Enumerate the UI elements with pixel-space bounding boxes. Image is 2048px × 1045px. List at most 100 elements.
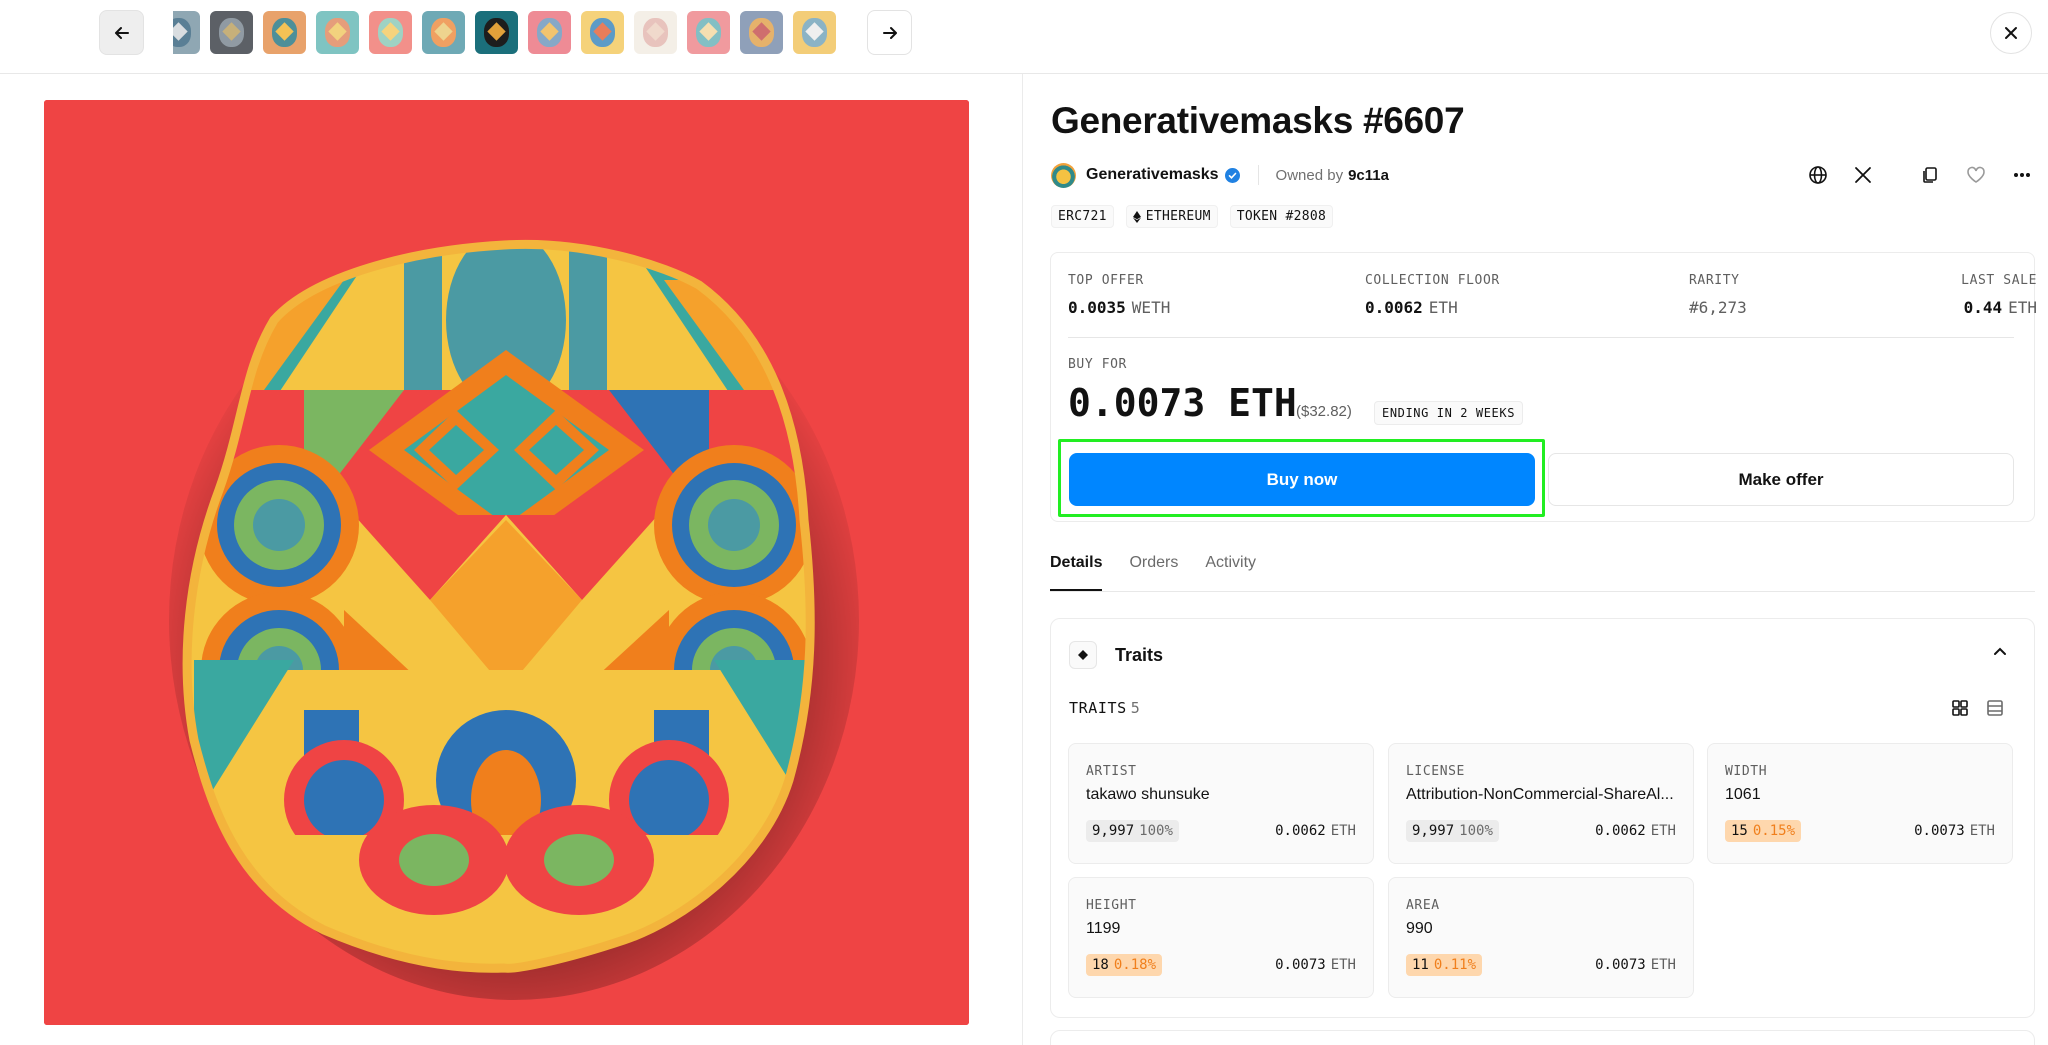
trait-floor-value: 0.0073 — [1595, 957, 1646, 973]
top-offer-label: TOP OFFER — [1068, 273, 1144, 288]
trait-count: 9,997 — [1092, 823, 1135, 839]
favorite-button[interactable] — [1962, 161, 1990, 189]
trait-count: 11 — [1412, 957, 1429, 973]
thumbnail-strip — [173, 11, 837, 55]
trait-count: 18 — [1092, 957, 1109, 973]
trait-percent: 0.15% — [1752, 823, 1796, 839]
floor-value: 0.0062 — [1365, 298, 1423, 317]
trait-value: 1199 — [1086, 920, 1121, 937]
generative-mask-illustration — [44, 100, 969, 1025]
trait-value: Attribution-NonCommercial-ShareAl... — [1406, 786, 1674, 803]
trait-count-badge: 9,997 100% — [1406, 820, 1499, 842]
more-options-button[interactable] — [2008, 161, 2036, 189]
thumbnail-item[interactable] — [740, 11, 783, 54]
trait-floor-unit: ETH — [1330, 823, 1356, 839]
thumbnail-item[interactable] — [634, 11, 677, 54]
website-button[interactable] — [1804, 161, 1832, 189]
trait-floor-unit: ETH — [1650, 823, 1676, 839]
grid-view-button[interactable] — [1947, 695, 1973, 721]
divider — [1068, 337, 2014, 338]
arrow-right-icon — [882, 26, 897, 39]
trait-card-width[interactable]: WIDTH 1061 15 0.15% 0.0073 ETH — [1707, 743, 2013, 864]
trait-value: 990 — [1406, 920, 1433, 937]
trait-value: 1061 — [1725, 786, 1761, 803]
verified-icon — [1224, 167, 1240, 183]
collection-owner-row: Generativemasks Owned by 9c11a — [1051, 162, 1389, 188]
close-button[interactable] — [1990, 12, 2032, 54]
thumbnail-item[interactable] — [316, 11, 359, 54]
trait-type: AREA — [1406, 898, 1440, 913]
make-offer-button[interactable]: Make offer — [1548, 453, 2014, 506]
trait-count-badge: 9,997 100% — [1086, 820, 1179, 842]
trait-floor-price: 0.0073 ETH — [1595, 957, 1676, 973]
trait-percent: 0.18% — [1113, 957, 1157, 973]
close-icon — [2005, 27, 2017, 39]
tab-orders[interactable]: Orders — [1129, 554, 1178, 591]
previous-item-button[interactable] — [99, 10, 144, 55]
owned-by-label: Owned by — [1275, 166, 1344, 184]
thumbnail-item[interactable] — [687, 11, 730, 54]
price-card: TOP OFFER 0.0035 WETH COLLECTION FLOOR 0.… — [1050, 252, 2037, 522]
buy-now-button[interactable]: Buy now — [1069, 453, 1535, 506]
last-sale-stat: LAST SALE 0.44 ETH — [1961, 273, 2037, 317]
details-tabs: Details Orders Activity — [1050, 554, 2035, 592]
thumbnail-item[interactable] — [369, 11, 412, 54]
traits-header[interactable]: Traits — [1069, 641, 1163, 669]
trait-floor-price: 0.0073 ETH — [1914, 823, 1995, 839]
next-item-button[interactable] — [867, 10, 912, 55]
last-sale-unit: ETH — [2008, 298, 2037, 317]
collection-floor-stat: COLLECTION FLOOR 0.0062 ETH — [1365, 273, 1500, 317]
copy-link-button[interactable] — [1916, 161, 1944, 189]
x-logo-icon — [1855, 167, 1871, 183]
tab-details[interactable]: Details — [1050, 554, 1103, 591]
top-navigation-bar — [0, 0, 2048, 74]
trait-count-badge: 18 0.18% — [1086, 954, 1163, 976]
thumbnail-item[interactable] — [528, 11, 571, 54]
trait-card-height[interactable]: HEIGHT 1199 18 0.18% 0.0073 ETH — [1068, 877, 1374, 998]
thumbnail-item[interactable] — [793, 11, 836, 54]
trait-percent: 0.11% — [1433, 957, 1477, 973]
thumbnail-item[interactable] — [475, 11, 518, 54]
trait-floor-unit: ETH — [1969, 823, 1995, 839]
thumbnail-item[interactable] — [581, 11, 624, 54]
collection-avatar[interactable] — [1051, 162, 1076, 188]
collapse-traits-button[interactable] — [1993, 643, 2007, 661]
trait-card-area[interactable]: AREA 990 11 0.11% 0.0073 ETH — [1388, 877, 1694, 998]
rarity-value[interactable]: #6,273 — [1689, 298, 1747, 317]
owner-link[interactable]: 9c11a — [1348, 167, 1389, 184]
thumbnail-item[interactable] — [263, 11, 306, 54]
trait-floor-value: 0.0062 — [1275, 823, 1326, 839]
trait-floor-value: 0.0073 — [1275, 957, 1326, 973]
trait-percent: 100% — [1139, 823, 1173, 839]
trait-floor-price: 0.0062 ETH — [1275, 823, 1356, 839]
last-sale-label: LAST SALE — [1961, 273, 2037, 288]
x-twitter-button[interactable] — [1849, 161, 1877, 189]
separator — [1257, 165, 1259, 185]
chevron-up-icon — [1994, 647, 2006, 655]
thumbnail-item[interactable] — [422, 11, 465, 54]
thumbnail-item[interactable] — [210, 11, 253, 54]
buy-price: 0.0073 ETH — [1068, 381, 1297, 425]
list-view-button[interactable] — [1982, 695, 2008, 721]
top-offer-stat: TOP OFFER 0.0035 WETH — [1068, 273, 1170, 317]
rarity-stat: RARITY #6,273 — [1689, 273, 1747, 317]
heart-icon — [1967, 166, 1985, 183]
thumbnail-item[interactable] — [173, 11, 200, 54]
trait-floor-unit: ETH — [1330, 957, 1356, 973]
traits-panel: Traits TRAITS 5 ARTIST takawo shunsuke 9,99… — [1050, 618, 2035, 1018]
globe-icon — [1809, 166, 1827, 184]
trait-count: 9,997 — [1412, 823, 1455, 839]
tab-activity[interactable]: Activity — [1205, 554, 1256, 591]
trait-floor-price: 0.0073 ETH — [1275, 957, 1356, 973]
copy-icon — [1923, 167, 1937, 183]
collection-name-link[interactable]: Generativemasks — [1086, 166, 1219, 184]
nft-artwork-image[interactable] — [44, 100, 969, 1025]
top-offer-value: 0.0035 — [1068, 298, 1126, 317]
trait-card-license[interactable]: LICENSE Attribution-NonCommercial-ShareAl… — [1388, 743, 1694, 864]
trait-type: LICENSE — [1406, 764, 1465, 779]
list-view-icon — [1987, 700, 2003, 716]
floor-label: COLLECTION FLOOR — [1365, 273, 1500, 288]
trait-card-artist[interactable]: ARTIST takawo shunsuke 9,997 100% 0.0062 ETH — [1068, 743, 1374, 864]
traits-count: TRAITS 5 — [1069, 699, 1141, 717]
trait-count-badge: 15 0.15% — [1725, 820, 1802, 842]
